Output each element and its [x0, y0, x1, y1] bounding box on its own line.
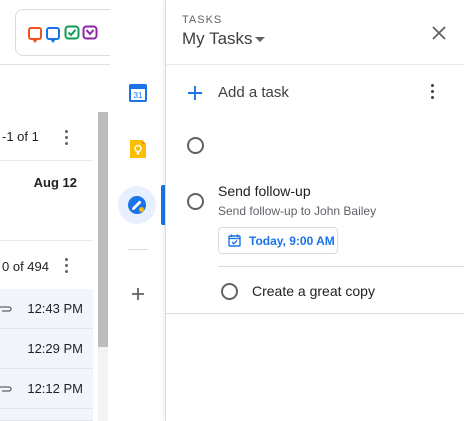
chat-bubble-orange-icon	[28, 27, 42, 43]
check-green-icon	[64, 25, 80, 40]
panel-overline: TASKS	[182, 14, 223, 26]
calendar-check-icon	[228, 234, 241, 247]
task-title[interactable]: Send follow-up	[218, 183, 311, 199]
caret-down-icon[interactable]	[255, 37, 265, 42]
email-row[interactable]: 12:29 PM	[0, 329, 93, 369]
attachment-icon	[0, 306, 12, 312]
new-task-checkbox[interactable]	[187, 137, 204, 154]
rail-divider	[128, 249, 148, 250]
check-purple-icon	[82, 25, 98, 40]
date-label: Aug 12	[33, 175, 77, 190]
due-date-chip[interactable]: Today, 9:00 AM	[218, 227, 338, 254]
attachment-icon	[0, 386, 12, 392]
row-divider	[0, 240, 93, 241]
due-date-label: Today, 9:00 AM	[249, 234, 335, 248]
email-time: 12:12 PM	[27, 381, 83, 396]
add-task-button[interactable]: Add a task	[186, 82, 406, 104]
subtask-checkbox[interactable]	[221, 283, 238, 300]
side-panel-rail: 31	[110, 0, 165, 421]
add-task-label: Add a task	[218, 84, 289, 101]
list-divider	[166, 313, 464, 314]
scrollbar-thumb[interactable]	[98, 112, 108, 347]
email-time: 12:29 PM	[27, 341, 83, 356]
more-options-icon[interactable]	[65, 130, 69, 146]
email-row[interactable]	[0, 409, 93, 421]
keep-icon[interactable]	[128, 139, 148, 159]
pagination-text: 0 of 494	[2, 259, 49, 274]
panel-header-divider	[166, 64, 464, 65]
calendar-icon[interactable]: 31	[128, 83, 148, 103]
subtask-title[interactable]: Create a great copy	[252, 283, 375, 299]
task-checkbox[interactable]	[187, 193, 204, 210]
plus-icon	[188, 86, 202, 100]
calendar-day-number: 31	[134, 91, 143, 100]
header-divider	[0, 64, 110, 65]
pagination-text: -1 of 1	[2, 129, 39, 144]
email-row[interactable]: 12:12 PM	[0, 369, 93, 409]
email-row[interactable]: 12:43 PM	[0, 289, 93, 329]
tasks-rail-button[interactable]	[118, 186, 156, 224]
gmail-clipped-area: -1 of 1 Aug 12 0 of 494 12:43 PM 12:29 P…	[0, 0, 110, 421]
row-divider	[0, 160, 93, 161]
add-icon[interactable]	[128, 284, 148, 304]
tasks-icon	[128, 196, 146, 214]
subtask-divider	[218, 266, 464, 267]
task-details: Send follow-up to John Bailey	[218, 204, 377, 218]
list-selector[interactable]: My Tasks	[182, 29, 253, 49]
more-options-icon[interactable]	[65, 258, 69, 274]
chat-bubble-blue-icon	[46, 27, 60, 43]
more-options-icon[interactable]	[431, 84, 435, 100]
email-time: 12:43 PM	[27, 301, 83, 316]
close-icon[interactable]	[431, 25, 447, 41]
tasks-panel: TASKS My Tasks Add a task Send follow-up…	[165, 0, 464, 421]
